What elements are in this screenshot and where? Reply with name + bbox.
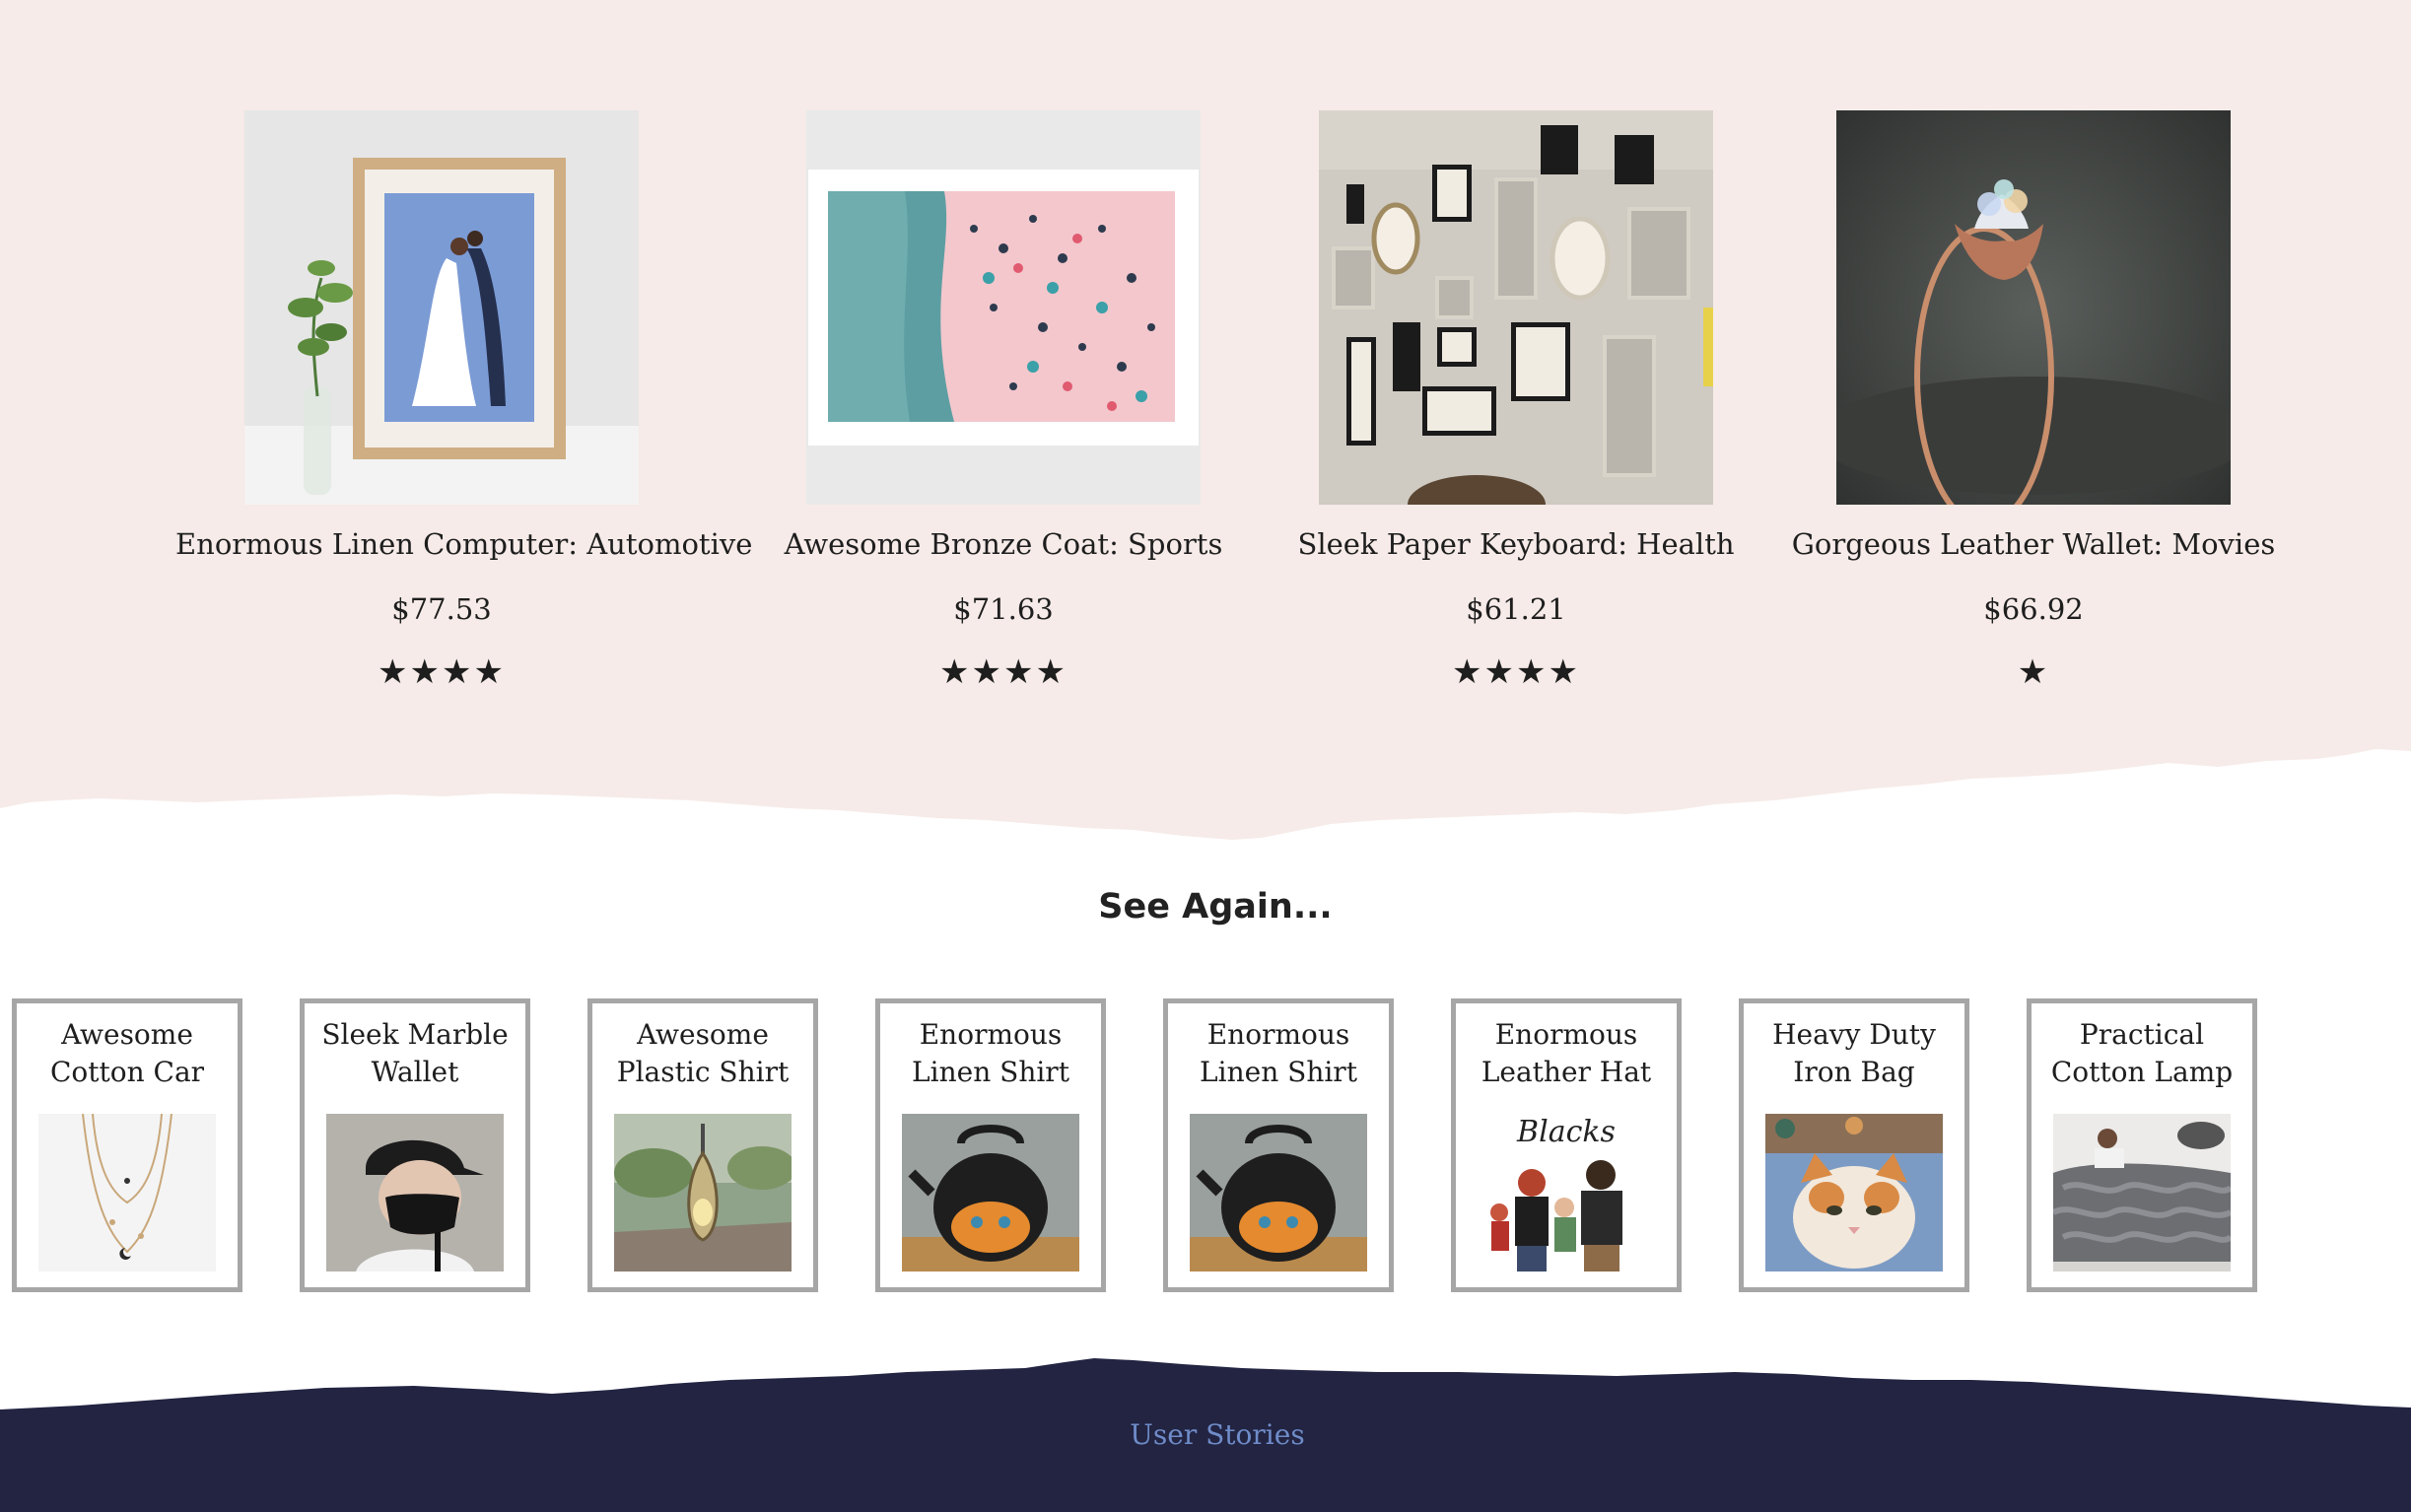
recent-item-name[interactable]: Heavy Duty Iron Bag [1744, 1016, 1964, 1091]
recently-viewed-card[interactable]: Enormous Linen Shirt [1163, 998, 1394, 1292]
product-rating-stars: ★ [2017, 653, 2050, 692]
pendant-on-rock-image[interactable] [614, 1114, 792, 1271]
recently-viewed-card[interactable]: Enormous Linen Shirt [875, 998, 1106, 1292]
product-card[interactable]: Enormous Linen Computer: Automotive $77.… [175, 110, 752, 702]
cat-painted-kettle-image[interactable] [1190, 1114, 1367, 1271]
featured-products-section: Enormous Linen Computer: Automotive $77.… [0, 0, 2411, 848]
recently-viewed-card[interactable]: Enormous Leather Hat Blacks [1451, 998, 1682, 1292]
product-price: $61.21 [1466, 592, 1566, 626]
product-name[interactable]: Awesome Bronze Coat: Sports [737, 515, 1270, 574]
product-price: $77.53 [391, 592, 492, 626]
product-price: $71.63 [953, 592, 1054, 626]
recent-item-name[interactable]: Sleek Marble Wallet [305, 1016, 525, 1091]
recently-viewed-card[interactable]: Awesome Cotton Car [12, 998, 242, 1292]
chunky-knit-blanket-image[interactable] [2053, 1114, 2231, 1271]
recently-viewed-card[interactable]: Awesome Plastic Shirt [587, 998, 818, 1292]
recent-item-name[interactable]: Enormous Leather Hat [1456, 1016, 1677, 1091]
recent-item-name[interactable]: Enormous Linen Shirt [880, 1016, 1101, 1091]
person-black-mask-image[interactable] [326, 1114, 504, 1271]
framed-wedding-couple-image[interactable] [244, 110, 639, 505]
site-footer: User Stories [0, 1350, 2411, 1512]
recent-item-name[interactable]: Awesome Plastic Shirt [592, 1016, 813, 1091]
cat-painted-kettle-image[interactable] [902, 1114, 1079, 1271]
lotus-crystal-ring-image[interactable] [1836, 110, 2231, 505]
recent-item-name[interactable]: Awesome Cotton Car [17, 1016, 238, 1091]
see-again-heading: See Again... [1098, 887, 1333, 927]
product-card[interactable]: Awesome Bronze Coat: Sports $71.63 ★★★★ [737, 110, 1270, 702]
cat-print-blanket-image[interactable] [1765, 1114, 1943, 1271]
layered-necklace-image[interactable] [38, 1114, 216, 1271]
family-portrait-illustration-image[interactable]: Blacks [1478, 1114, 1655, 1271]
recently-viewed-card[interactable]: Sleek Marble Wallet [300, 998, 530, 1292]
product-rating-stars: ★★★★ [378, 653, 506, 692]
recently-viewed-card[interactable]: Heavy Duty Iron Bag [1739, 998, 1969, 1292]
product-card[interactable]: Gorgeous Leather Wallet: Movies $66.92 ★ [1767, 110, 2300, 702]
user-stories-link[interactable]: User Stories [0, 1406, 2411, 1465]
recently-viewed-card[interactable]: Practical Cotton Lamp [2027, 998, 2257, 1292]
product-name[interactable]: Enormous Linen Computer: Automotive [175, 515, 752, 574]
recent-item-name[interactable]: Enormous Linen Shirt [1168, 1016, 1389, 1091]
product-price: $66.92 [1983, 592, 2084, 626]
product-rating-stars: ★★★★ [939, 653, 1068, 692]
recent-item-name[interactable]: Practical Cotton Lamp [2032, 1016, 2252, 1091]
product-card[interactable]: Sleek Paper Keyboard: Health $61.21 ★★★★ [1250, 110, 1782, 702]
aerial-beach-print-image[interactable] [806, 110, 1201, 505]
product-rating-stars: ★★★★ [1452, 653, 1580, 692]
gallery-wall-frames-image[interactable] [1319, 110, 1713, 505]
product-name[interactable]: Gorgeous Leather Wallet: Movies [1767, 515, 2300, 574]
product-name[interactable]: Sleek Paper Keyboard: Health [1250, 515, 1782, 574]
family-name-lettering: Blacks [1516, 1115, 1616, 1149]
